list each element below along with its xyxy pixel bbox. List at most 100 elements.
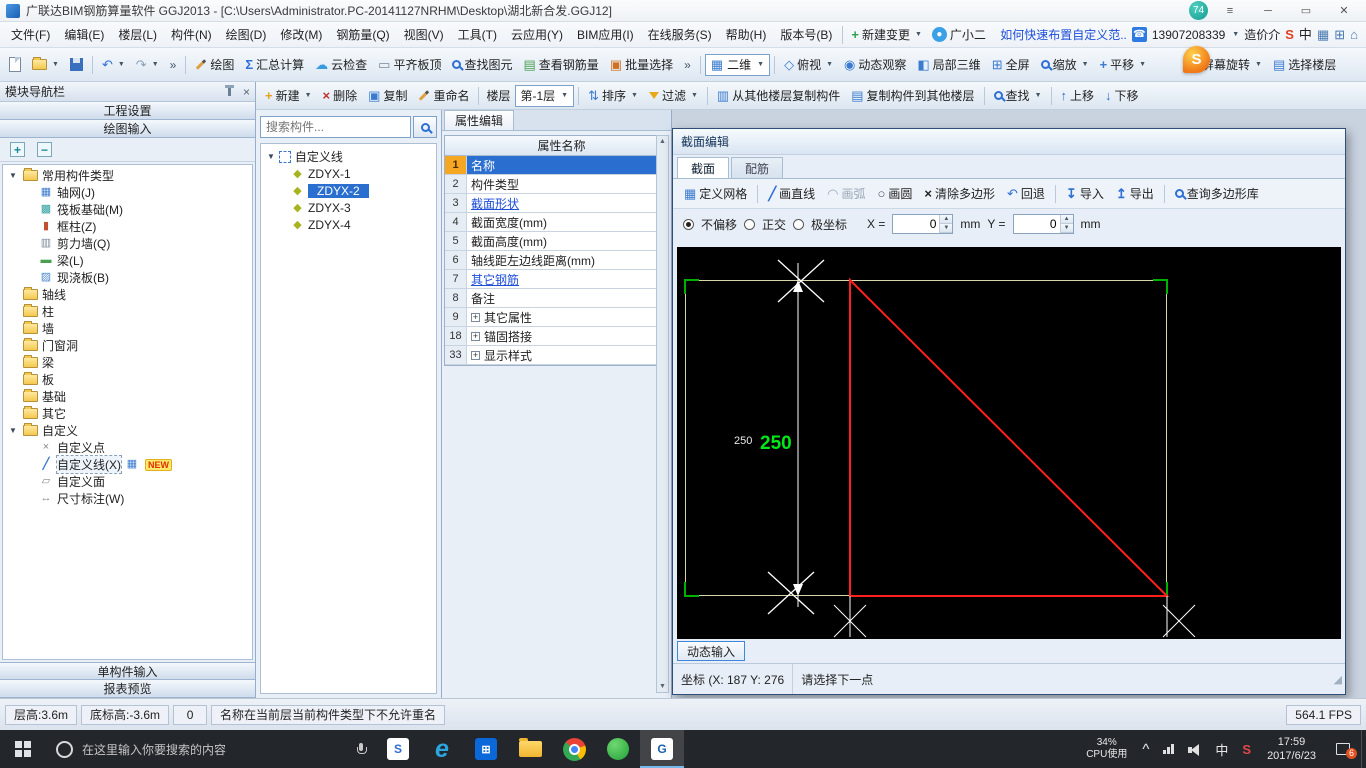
tree-folder-column[interactable]: 柱: [3, 303, 252, 320]
radio-ortho[interactable]: [744, 219, 755, 230]
scroll-down-icon[interactable]: ▼: [659, 683, 666, 690]
zoom-button[interactable]: 缩放▼: [1036, 54, 1094, 75]
tree-folder-beam[interactable]: 梁: [3, 354, 252, 371]
taskbar-app-edge[interactable]: e: [420, 730, 464, 768]
y-input[interactable]: ▲▼: [1013, 214, 1074, 234]
menu-view[interactable]: 视图(V): [397, 23, 451, 46]
ime-lang-icon[interactable]: 中: [1299, 28, 1312, 41]
menu-rebar[interactable]: 钢筋量(Q): [329, 23, 396, 46]
volume-icon[interactable]: [1181, 743, 1208, 756]
taskbar-app-explorer[interactable]: [508, 730, 552, 768]
import-button[interactable]: ↧导入: [1061, 183, 1109, 204]
y-value-field[interactable]: [1014, 215, 1060, 233]
flush-slab-top-button[interactable]: ▭平齐板顶: [373, 54, 446, 75]
batch-select-button[interactable]: ▣批量选择: [605, 54, 678, 75]
property-row-remark[interactable]: 8备注: [445, 289, 656, 308]
project-settings-button[interactable]: 工程设置: [0, 102, 255, 120]
menu-version[interactable]: 版本号(B): [773, 23, 839, 46]
network-icon[interactable]: [1156, 744, 1181, 754]
sort-button[interactable]: ⇅排序▼: [583, 85, 643, 106]
tree-item-beam[interactable]: ▬梁(L): [3, 252, 252, 269]
search-button[interactable]: [413, 116, 437, 138]
assistant-button[interactable]: ● 广小二: [927, 24, 991, 45]
expand-all-icon[interactable]: +: [10, 142, 25, 157]
start-button[interactable]: [0, 730, 46, 768]
taskbar-app-sogou[interactable]: S: [376, 730, 420, 768]
phone-number[interactable]: 13907208339: [1152, 28, 1225, 42]
copy-button[interactable]: ▣复制: [363, 85, 412, 106]
tree-folder-foundation[interactable]: 基础: [3, 388, 252, 405]
taskbar-clock[interactable]: 17:59 2017/6/23: [1258, 735, 1325, 764]
tab-property-editor[interactable]: 属性编辑: [444, 110, 514, 130]
collapse-all-icon[interactable]: −: [37, 142, 52, 157]
tray-chevron-icon[interactable]: ^: [1135, 741, 1156, 758]
move-up-button[interactable]: ↑上移: [1056, 85, 1100, 106]
ime-indicator[interactable]: 中: [1208, 740, 1235, 759]
spin-up-icon[interactable]: ▲: [940, 215, 952, 224]
price-service-label[interactable]: 造价介: [1244, 26, 1280, 43]
nav-close-icon[interactable]: ×: [243, 85, 250, 99]
dynamic-input-button[interactable]: 动态输入: [677, 641, 745, 661]
find-component-button[interactable]: 查找▼: [989, 85, 1047, 106]
draw-arc-button[interactable]: ◠画弧: [822, 183, 870, 204]
microphone-icon[interactable]: [357, 743, 366, 756]
tree-folder-wall[interactable]: 墙: [3, 320, 252, 337]
chevron-down-icon[interactable]: ▼: [9, 426, 17, 435]
action-center-button[interactable]: 6: [1325, 743, 1361, 755]
tree-item-dimension[interactable]: ↔尺寸标注(W): [3, 490, 252, 507]
toolbox-icon[interactable]: ⊞: [1334, 28, 1345, 41]
select-floor-button[interactable]: ▤选择楼层: [1268, 54, 1341, 75]
tree-item-axis-grid[interactable]: ▦轴网(J): [3, 184, 252, 201]
tree-item-cast-slab[interactable]: ▨现浇板(B): [3, 269, 252, 286]
find-element-button[interactable]: 查找图元: [447, 54, 517, 75]
tree-item-custom-point[interactable]: ×自定义点: [3, 439, 252, 456]
undo-button[interactable]: ↶▼: [97, 56, 130, 73]
tab-rebar[interactable]: 配筋: [731, 157, 783, 178]
new-change-button[interactable]: + 新建变更▼: [846, 24, 927, 45]
taskbar-app-chrome[interactable]: [552, 730, 596, 768]
property-group-other[interactable]: 9其它属性: [445, 308, 656, 327]
sogou-ime-icon[interactable]: S: [1285, 28, 1294, 41]
menu-bim[interactable]: BIM应用(I): [570, 23, 641, 46]
search-input[interactable]: [260, 116, 411, 138]
menu-modify[interactable]: 修改(M): [273, 23, 329, 46]
move-down-button[interactable]: ↓下移: [1100, 85, 1144, 106]
tree-folder-door-window[interactable]: 门窗洞: [3, 337, 252, 354]
report-preview-button[interactable]: 报表预览: [0, 680, 255, 698]
query-polygon-lib-button[interactable]: 查询多边形库: [1170, 183, 1264, 204]
tree-item-raft-foundation[interactable]: ▩筏板基础(M): [3, 201, 252, 218]
partial-3d-button[interactable]: ◧局部三维: [912, 54, 985, 75]
menu-cloud[interactable]: 云应用(Y): [504, 23, 570, 46]
menu-tools[interactable]: 工具(T): [451, 23, 504, 46]
taskbar-search[interactable]: 在这里输入你要搜索的内容: [46, 730, 376, 768]
view-rebar-button[interactable]: ▤查看钢筋量: [519, 54, 604, 75]
property-row-section-height[interactable]: 5截面高度(mm): [445, 232, 656, 251]
menu-component[interactable]: 构件(N): [164, 23, 219, 46]
redo-button[interactable]: ↷▼: [131, 56, 164, 73]
component-item[interactable]: ◆ZDYX-1: [263, 165, 434, 182]
menu-draw[interactable]: 绘图(D): [219, 23, 274, 46]
top-view-button[interactable]: ◇俯视▼: [779, 54, 838, 75]
single-component-input-button[interactable]: 单构件输入: [0, 662, 255, 680]
property-row-name[interactable]: 1名称: [445, 156, 656, 175]
menu-help[interactable]: 帮助(H): [719, 23, 774, 46]
clear-polygon-button[interactable]: ×清除多边形: [919, 183, 1000, 204]
new-file-button[interactable]: [4, 55, 26, 74]
new-component-button[interactable]: +新建▼: [260, 85, 317, 106]
scroll-up-icon[interactable]: ▲: [659, 138, 666, 145]
save-button[interactable]: [65, 56, 88, 73]
contact-icon[interactable]: ☎: [1132, 27, 1147, 42]
filter-button[interactable]: 过滤▼: [644, 85, 703, 106]
menu-edit[interactable]: 编辑(E): [57, 23, 111, 46]
property-row-type[interactable]: 2构件类型: [445, 175, 656, 194]
close-button[interactable]: ✕: [1328, 1, 1360, 21]
pan-button[interactable]: +平移▼: [1095, 54, 1152, 75]
menu-floor[interactable]: 楼层(L): [111, 23, 164, 46]
component-root[interactable]: ▼自定义线: [263, 148, 434, 165]
tree-item-frame-column[interactable]: ▮框柱(Z): [3, 218, 252, 235]
cloud-check-button[interactable]: ☁云检查: [310, 54, 372, 75]
section-canvas[interactable]: 250 250: [677, 247, 1341, 639]
orbit-button[interactable]: ◉动态观察: [839, 54, 911, 75]
overflow-chevron-2[interactable]: »: [679, 56, 696, 74]
tree-item-custom-line[interactable]: ╱自定义线(X)▦NEW: [3, 456, 252, 473]
